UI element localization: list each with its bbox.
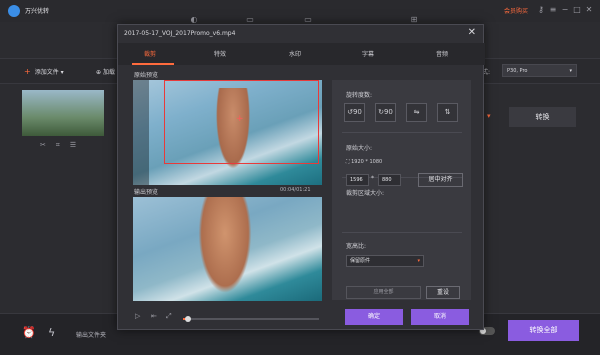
progress-knob[interactable]	[185, 316, 192, 322]
prev-frame-icon[interactable]: ⇤	[151, 312, 157, 320]
fullscreen-icon[interactable]: ⤢	[166, 312, 172, 321]
maximize-icon[interactable]: □	[571, 4, 583, 16]
video-thumbnail[interactable]	[22, 90, 104, 136]
flip-vertical-button[interactable]: ⇅	[437, 103, 458, 122]
app-logo	[8, 5, 20, 17]
crop-center-icon[interactable]: +	[236, 114, 244, 124]
rotate-label: 旋转度数:	[346, 92, 373, 99]
close-icon[interactable]: ✕	[583, 4, 595, 16]
divider	[342, 232, 462, 233]
crop-size-label: 裁剪区域大小:	[346, 190, 385, 197]
aspect-ratio-select[interactable]: 保留原件 ▾	[346, 255, 424, 267]
load-button[interactable]: ⊕ 加载	[96, 67, 115, 76]
output-preview	[133, 197, 322, 301]
crop-shade	[133, 80, 149, 185]
format-value: P30, Pro	[507, 68, 528, 74]
title-bar: 万兴优转 ◐ ▭ ▭ ⊞ 会员购买 ⚷ ≡ − □ ✕	[0, 0, 600, 24]
video-frame-subject	[195, 197, 255, 301]
buy-link[interactable]: 会员购买	[504, 6, 528, 15]
rotate-left-button[interactable]: ↺90	[344, 103, 365, 122]
original-size-text: 1920 * 1080	[351, 159, 383, 165]
reset-button[interactable]: 重设	[426, 286, 460, 299]
apply-all-button[interactable]: 应用全部	[346, 286, 421, 299]
tab-audio[interactable]: 音频	[436, 49, 448, 58]
chevron-down-icon: ▾	[417, 258, 420, 264]
dialog-title: 2017-05-17_VOJ_2017Promo_v6.mp4	[124, 30, 236, 37]
cut-icon[interactable]: ✂	[40, 141, 46, 149]
cancel-button[interactable]: 取消	[411, 309, 469, 325]
time-readout: 00:04/01:21	[280, 187, 311, 193]
crop-size-separator: *	[371, 175, 374, 182]
add-file-label: 添加文件	[34, 69, 59, 76]
rotate-right-button[interactable]: ↻90	[375, 103, 396, 122]
play-icon[interactable]: ▷	[135, 312, 140, 320]
tab-effects[interactable]: 特效	[214, 49, 226, 58]
original-size-value: ⛶ 1920 * 1080	[346, 159, 383, 165]
divider	[342, 132, 462, 133]
tab-subtitle[interactable]: 字幕	[362, 49, 374, 58]
progress-bar[interactable]	[183, 316, 319, 322]
active-tab-indicator	[132, 63, 174, 65]
close-icon[interactable]: ✕	[468, 27, 476, 38]
tab-crop[interactable]: 裁剪	[144, 49, 156, 58]
tab-watermark[interactable]: 水印	[289, 49, 301, 58]
add-file-button[interactable]: + 添加文件 ▾	[24, 67, 64, 76]
crop-width-input[interactable]: 1596	[346, 174, 369, 186]
key-icon[interactable]: ⚷	[535, 4, 547, 16]
chevron-down-icon: ▾	[569, 68, 572, 74]
center-align-button[interactable]: 居中对齐	[418, 173, 463, 187]
player-controls: ▷ ⇤ ⤢	[133, 312, 322, 326]
original-preview[interactable]	[133, 80, 322, 185]
crop-dialog: 2017-05-17_VOJ_2017Promo_v6.mp4 ✕ 裁剪 特效 …	[117, 24, 485, 330]
convert-all-button[interactable]: 转换全部	[508, 320, 579, 341]
aspect-ratio-value: 保留原件	[350, 258, 371, 264]
thumbnail-tools: ✂ ⌗ ☰	[40, 141, 86, 150]
effects-icon[interactable]: ☰	[70, 141, 76, 149]
alarm-icon[interactable]: ⏰	[22, 326, 36, 339]
format-select[interactable]: P30, Pro ▾	[502, 64, 577, 77]
output-folder-label: 输出文件夹	[76, 332, 107, 339]
crop-height-input[interactable]: 880	[378, 174, 401, 186]
plus-icon: +	[24, 67, 31, 76]
ok-button[interactable]: 确定	[345, 309, 403, 325]
dropdown-arrow-icon[interactable]: ▾	[487, 112, 491, 120]
menu-icon[interactable]: ≡	[547, 4, 559, 16]
app-title: 万兴优转	[25, 8, 50, 15]
minimize-icon[interactable]: −	[559, 4, 571, 16]
crop-settings-panel: 旋转度数: ↺90 ↻90 ⇋ ⇅ 原始大小: ⛶ 1920 * 1080 裁剪…	[332, 80, 471, 300]
lightning-icon[interactable]: ϟ	[48, 326, 55, 339]
flip-horizontal-button[interactable]: ⇋	[406, 103, 427, 122]
original-size-label: 原始大小:	[346, 145, 373, 152]
convert-button[interactable]: 转换	[509, 107, 576, 127]
original-preview-label: 原始预览	[134, 72, 159, 79]
output-preview-label: 输出预览	[134, 189, 159, 196]
crop-icon[interactable]: ⌗	[56, 141, 60, 149]
dialog-tabs: 裁剪 特效 水印 字幕 音频	[118, 43, 485, 65]
aspect-ratio-label: 宽高比:	[346, 243, 367, 250]
load-label: 加载	[102, 69, 115, 76]
